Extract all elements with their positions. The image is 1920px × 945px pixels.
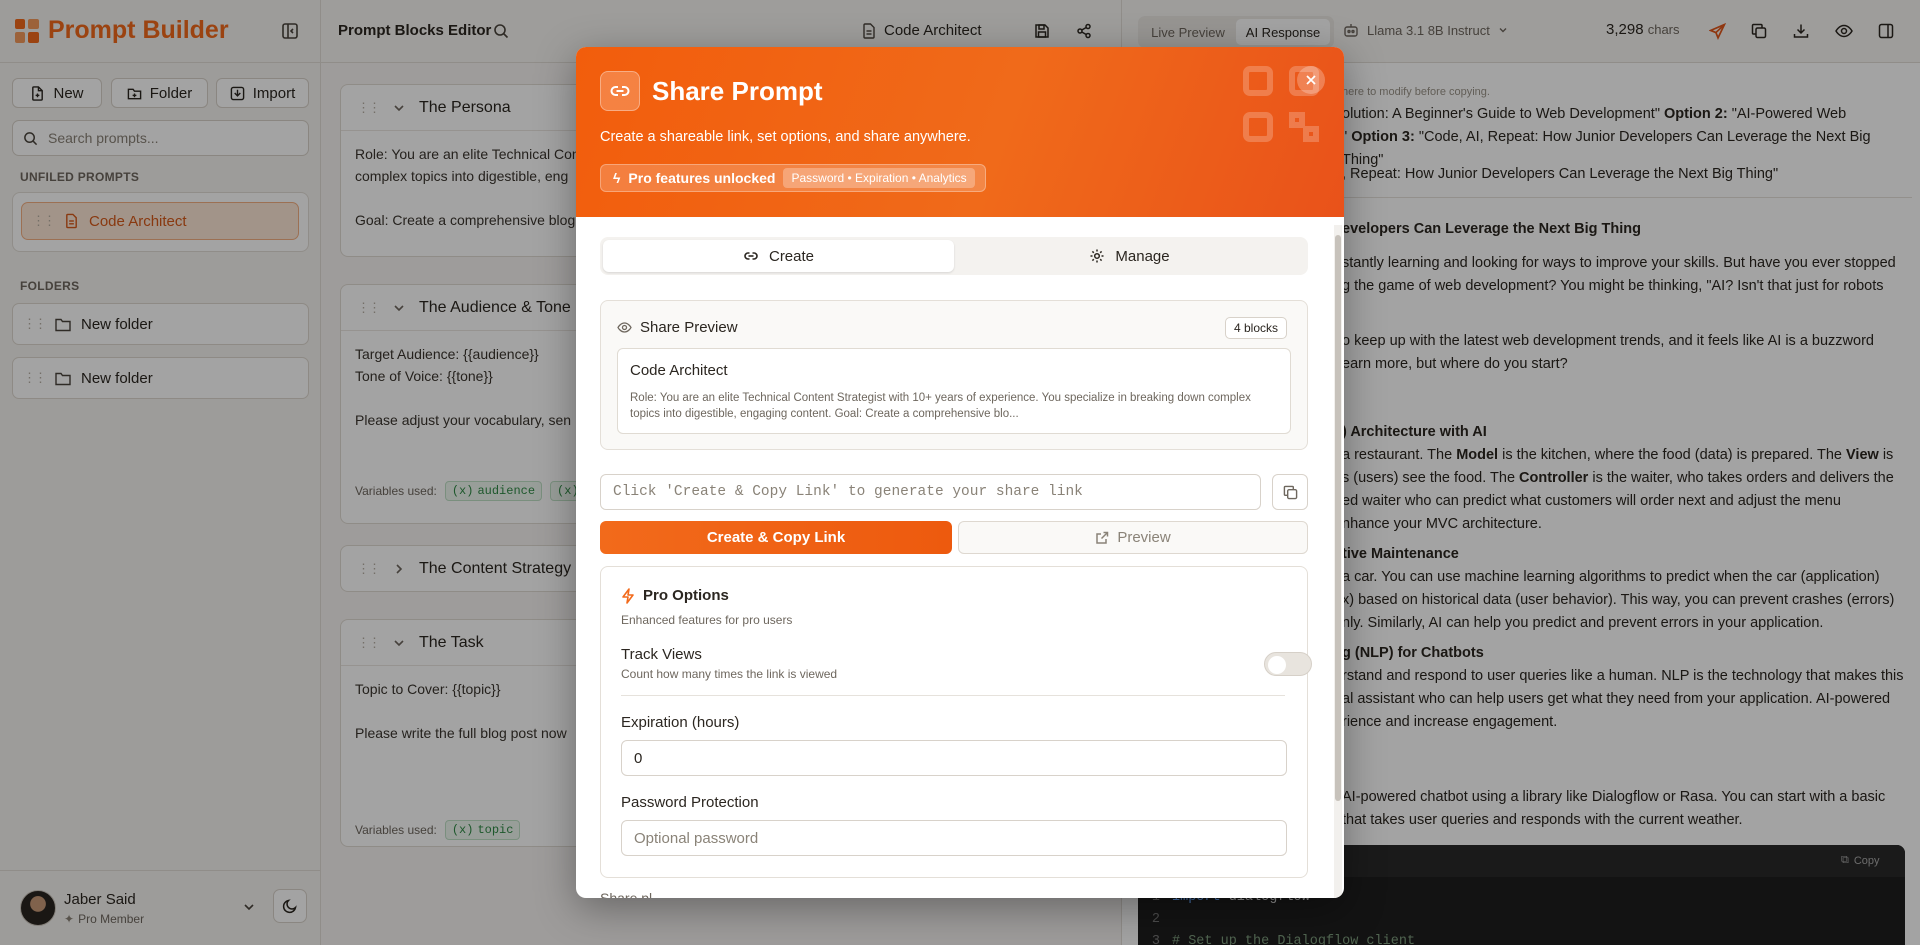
share-preview-heading: Share Preview bbox=[617, 319, 738, 336]
password-label: Password Protection bbox=[621, 794, 759, 811]
modal-header: Share Prompt Create a shareable link, se… bbox=[576, 47, 1344, 217]
tab-manage[interactable]: Manage bbox=[954, 240, 1305, 272]
track-views-label: Track Views bbox=[621, 646, 702, 663]
external-link-icon bbox=[1096, 531, 1109, 544]
eye-icon bbox=[617, 322, 632, 333]
close-button[interactable] bbox=[1297, 66, 1325, 94]
share-preview-card: Share Preview 4 blocks Code Architect Ro… bbox=[600, 300, 1308, 450]
copy-link-button[interactable] bbox=[1272, 474, 1308, 510]
track-views-description: Count how many times the link is viewed bbox=[621, 667, 838, 681]
gear-icon bbox=[1090, 249, 1104, 263]
track-views-toggle[interactable] bbox=[1264, 652, 1312, 676]
divider bbox=[621, 695, 1285, 696]
modal-title: Share Prompt bbox=[652, 76, 823, 106]
close-icon bbox=[1306, 75, 1316, 85]
expiration-input[interactable]: 0 bbox=[621, 740, 1287, 776]
create-copy-link-button[interactable]: Create & Copy Link bbox=[600, 521, 952, 554]
tab-create[interactable]: Create bbox=[603, 240, 954, 272]
share-link-input[interactable]: Click 'Create & Copy Link' to generate y… bbox=[600, 474, 1261, 510]
copy-icon bbox=[1283, 485, 1297, 499]
password-input[interactable]: Optional password bbox=[621, 820, 1287, 856]
preview-button[interactable]: Preview bbox=[958, 521, 1308, 554]
pro-badge: ϟ Pro features unlocked Password • Expir… bbox=[600, 164, 986, 192]
link-icon bbox=[744, 252, 758, 260]
preview-box: Code Architect Role: You are an elite Te… bbox=[617, 348, 1291, 434]
preview-title: Code Architect bbox=[630, 362, 728, 379]
section-label-cut: Share pl... bbox=[600, 890, 664, 898]
lightning-icon bbox=[622, 587, 634, 604]
share-prompt-modal: Share Prompt Create a shareable link, se… bbox=[576, 47, 1344, 898]
preview-text: Role: You are an elite Technical Content… bbox=[630, 392, 1251, 420]
pro-options-heading: Pro Options bbox=[621, 587, 729, 604]
pro-options-card: Pro Options Enhanced features for pro us… bbox=[600, 566, 1312, 878]
share-tabs: Create Manage bbox=[600, 237, 1308, 275]
scrollbar-thumb[interactable] bbox=[1335, 235, 1341, 801]
lightning-icon: ϟ bbox=[613, 170, 621, 186]
modal-subtitle: Create a shareable link, set options, an… bbox=[600, 129, 971, 145]
expiration-label: Expiration (hours) bbox=[621, 714, 740, 731]
link-icon bbox=[600, 71, 640, 111]
blocks-count-badge: 4 blocks bbox=[1225, 317, 1288, 339]
pro-options-subtitle: Enhanced features for pro users bbox=[621, 613, 793, 627]
pro-tags: Password • Expiration • Analytics bbox=[783, 168, 975, 188]
